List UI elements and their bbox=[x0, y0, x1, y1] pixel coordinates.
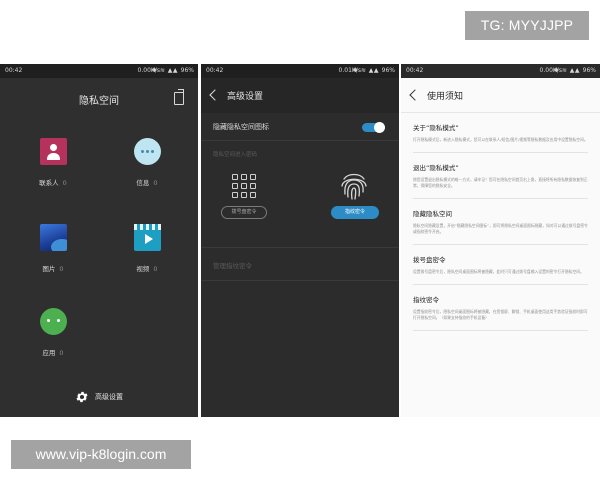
back-arrow-icon[interactable] bbox=[209, 89, 221, 101]
faq-item: 关于“隐私模式” 打开隐私模式后，新进入隐私模式，您可以在联系人/短信/图片/视… bbox=[413, 113, 588, 153]
faq-answer: 除您设置退出隐私模式的唯一方式，请牢记！您可在隐私空间首页右上角，直接将所有隐私… bbox=[413, 177, 588, 188]
app-contacts[interactable]: 联系人 0 bbox=[13, 138, 93, 187]
app-apps[interactable]: 应用 0 bbox=[13, 308, 93, 357]
page-title: 使用须知 bbox=[427, 92, 464, 102]
dialpad-icon[interactable] bbox=[232, 174, 256, 198]
app-messages[interactable]: 信息 0 bbox=[107, 138, 187, 187]
app-videos[interactable]: 视频 0 bbox=[107, 224, 187, 273]
app-contacts-label: 联系人 0 bbox=[39, 179, 67, 187]
faq-item: 退出“隐私模式” 除您设置退出隐私模式的唯一方式，请牢记！您可在隐私空间首页右上… bbox=[413, 153, 588, 199]
battery-level: 96% bbox=[381, 67, 395, 74]
faq-question: 拨号盘密令 bbox=[413, 256, 446, 264]
photo-icon bbox=[39, 224, 67, 251]
dialpad-password-button[interactable]: 拨号盘密令 bbox=[221, 206, 267, 219]
password-section-caption: 隐私空间进入密码 bbox=[213, 152, 258, 158]
signal-icon: ✱ ≋ ▲▲ bbox=[553, 67, 580, 74]
telegram-watermark: TG: MYYJJPP bbox=[465, 11, 589, 40]
android-icon bbox=[39, 308, 67, 335]
usage-notes-screen: 00:42 0.00K/s ✱ ≋ ▲▲ 96% 使用须知 关于“隐私模式” 打… bbox=[401, 64, 600, 417]
faq-question: 隐藏隐私空间 bbox=[413, 210, 452, 218]
status-time: 00:42 bbox=[5, 67, 23, 74]
status-bar: 00:42 0.00K/s ✱ ≋ ▲▲ 96% bbox=[401, 64, 600, 78]
url-watermark: www.vip-k8login.com bbox=[11, 440, 191, 469]
page-title: 高级设置 bbox=[227, 92, 264, 102]
hide-icon-label: 隐藏隐私空间图标 bbox=[213, 123, 269, 131]
divider bbox=[201, 280, 399, 281]
export-icon[interactable] bbox=[174, 89, 184, 105]
contacts-icon bbox=[39, 138, 67, 165]
hide-icon-row: 隐藏隐私空间图标 bbox=[201, 113, 399, 141]
faq-item: 指纹密令 设置指纹密令后，隐私空间桌面图标将被隐藏，在您锁屏、解锁、手机桌面使用… bbox=[413, 285, 588, 331]
app-photos[interactable]: 图片 0 bbox=[13, 224, 93, 273]
faq-answer: 设置指纹密令后，隐私空间桌面图标将被隐藏，在您锁屏、解锁、手机桌面使用这类手势验… bbox=[413, 309, 588, 320]
page-title: 隐私空间 bbox=[79, 96, 119, 107]
divider bbox=[201, 247, 399, 248]
usage-navbar: 使用须知 bbox=[401, 78, 600, 113]
composite-screenshot: TG: MYYJJPP 00:42 0.00K/s ✱ ≋ ▲▲ 96% 隐私空… bbox=[0, 0, 600, 480]
fingerprint-icon[interactable] bbox=[339, 170, 369, 202]
fingerprint-password-button[interactable]: 指纹密令 bbox=[331, 206, 379, 219]
faq-question: 退出“隐私模式” bbox=[413, 164, 459, 172]
message-icon bbox=[133, 138, 161, 165]
faq-answer: 打开隐私模式后，新进入隐私模式，您可以在联系人/短信/图片/视频等隐私数据及应用… bbox=[413, 137, 588, 142]
privacy-space-screen: 00:42 0.00K/s ✱ ≋ ▲▲ 96% 隐私空间 联系人 0 信息 0 图… bbox=[0, 64, 198, 417]
app-videos-label: 视频 0 bbox=[136, 265, 158, 273]
advanced-settings-label: 高级设置 bbox=[95, 393, 123, 401]
app-photos-label: 图片 0 bbox=[42, 265, 64, 273]
advanced-settings-button[interactable]: 高级设置 bbox=[0, 390, 198, 404]
faq-list: 关于“隐私模式” 打开隐私模式后，新进入隐私模式，您可以在联系人/短信/图片/视… bbox=[401, 113, 600, 331]
status-time: 00:42 bbox=[406, 67, 424, 74]
faq-question: 关于“隐私模式” bbox=[413, 124, 459, 132]
faq-item: 拨号盘密令 设置拨号盘密令后，隐私空间桌面图标将被隐藏，此时只可通过拨号盘输入设… bbox=[413, 245, 588, 285]
video-icon bbox=[133, 224, 161, 251]
signal-icon: ✱ ≋ ▲▲ bbox=[352, 67, 379, 74]
status-bar: 00:42 0.01K/s ✱ ≋ ▲▲ 96% bbox=[201, 64, 399, 78]
status-time: 00:42 bbox=[206, 67, 224, 74]
hide-icon-toggle[interactable] bbox=[362, 122, 385, 133]
privacy-header: 隐私空间 bbox=[0, 78, 198, 118]
app-messages-label: 信息 0 bbox=[136, 179, 158, 187]
battery-level: 96% bbox=[180, 67, 194, 74]
faq-answer: 设置拨号盘密令后，隐私空间桌面图标将被隐藏，此时只可通过拨号盘输入设置的密令打开… bbox=[413, 269, 584, 274]
faq-question: 指纹密令 bbox=[413, 296, 439, 304]
battery-level: 96% bbox=[582, 67, 596, 74]
faq-item: 隐藏隐私空间 隐私空间隐藏设置，开启“隐藏隐私空间图标”，即可将隐私空间桌面图标… bbox=[413, 199, 588, 245]
advanced-settings-screen: 00:42 0.01K/s ✱ ≋ ▲▲ 96% 高级设置 隐藏隐私空间图标 隐… bbox=[201, 64, 399, 417]
advanced-navbar: 高级设置 bbox=[201, 78, 399, 113]
back-arrow-icon[interactable] bbox=[409, 89, 421, 101]
gear-icon bbox=[76, 391, 88, 403]
manage-fingerprint-item[interactable]: 管理指纹密令 bbox=[213, 260, 252, 270]
faq-answer: 隐私空间隐藏设置，开启“隐藏隐私空间图标”，即可将隐私空间桌面图标隐藏，如对可以… bbox=[413, 223, 588, 234]
app-apps-label: 应用 0 bbox=[42, 349, 64, 357]
signal-icon: ✱ ≋ ▲▲ bbox=[151, 67, 178, 74]
status-bar: 00:42 0.00K/s ✱ ≋ ▲▲ 96% bbox=[0, 64, 198, 78]
